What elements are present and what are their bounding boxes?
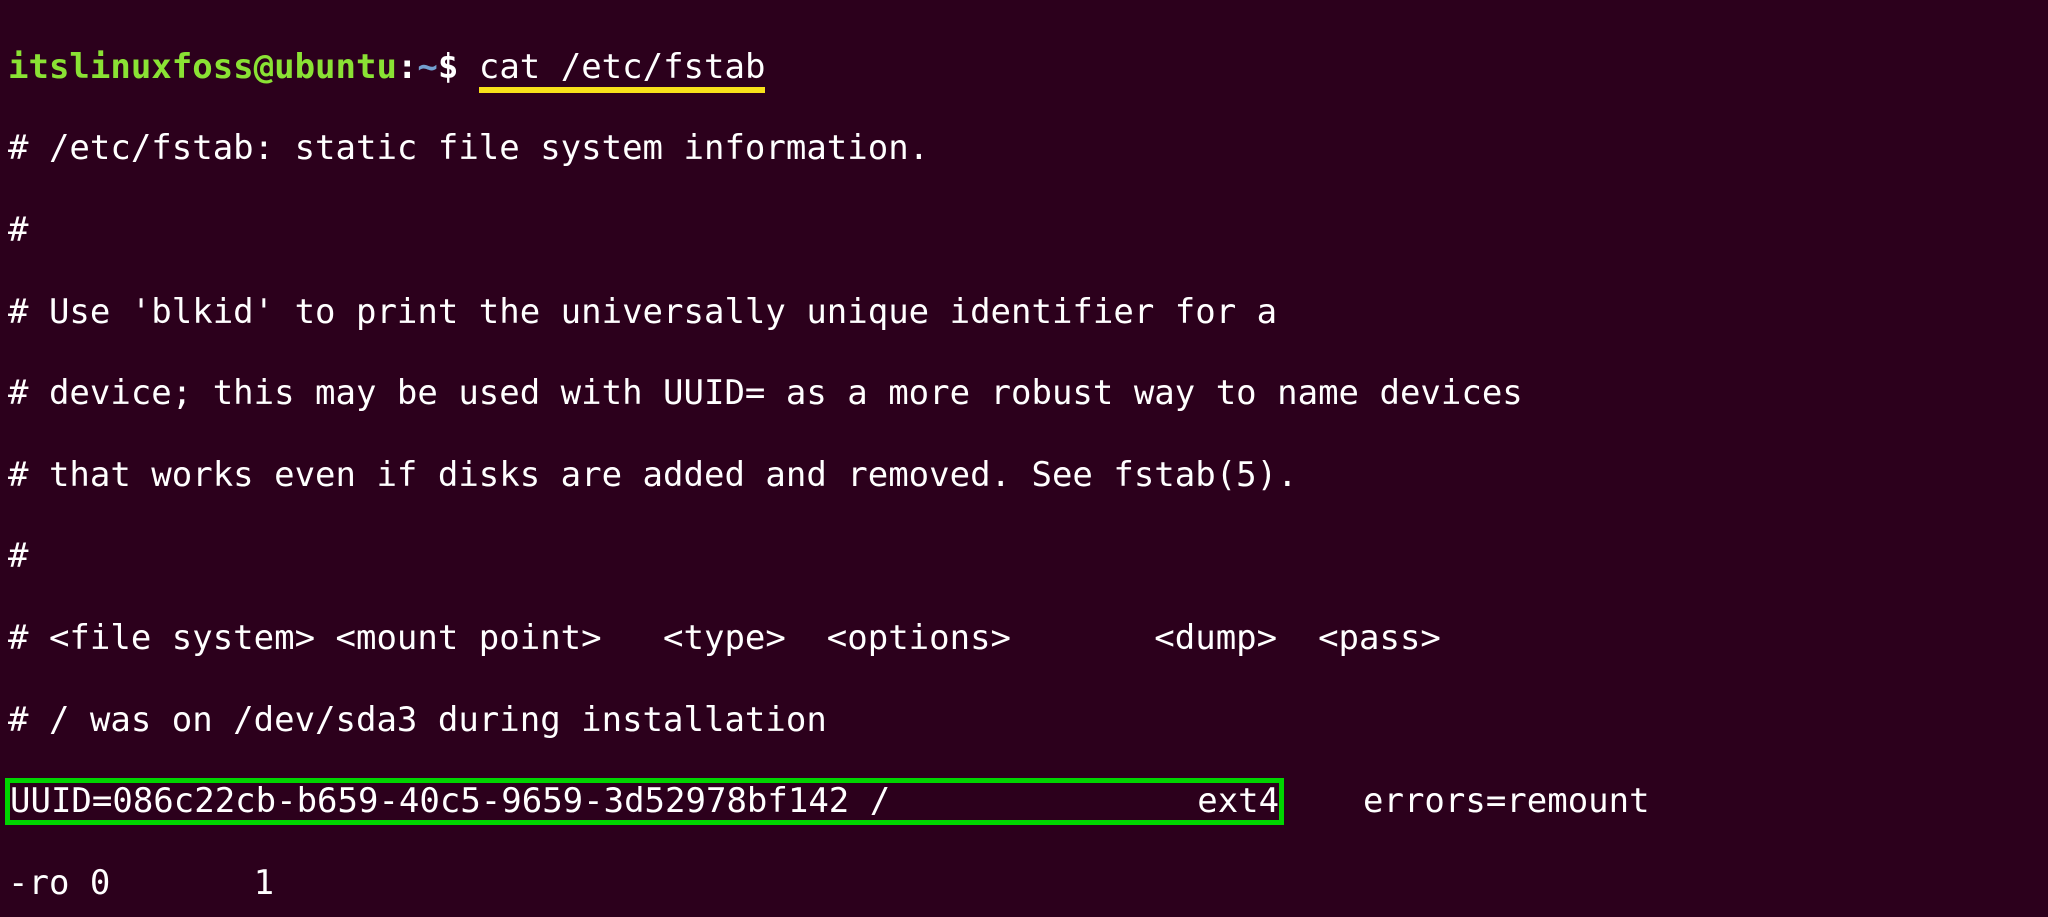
output-line: # / was on /dev/sda3 during installation <box>8 700 2040 741</box>
prompt-dollar: $ <box>438 47 479 87</box>
uuid1-rest: errors=remount <box>1281 781 1649 821</box>
output-line: # <box>8 210 2040 251</box>
prompt-line-1[interactable]: itslinuxfoss@ubuntu:~$ cat /etc/fstab <box>8 47 2040 88</box>
output-line: # <file system> <mount point> <type> <op… <box>8 618 2040 659</box>
command-text: cat /etc/fstab <box>479 47 766 93</box>
prompt-sep: : <box>397 47 417 87</box>
output-line: # /etc/fstab: static file system informa… <box>8 128 2040 169</box>
output-line: UUID=086c22cb-b659-40c5-9659-3d52978bf14… <box>8 781 2040 822</box>
output-line: # Use 'blkid' to print the universally u… <box>8 292 2040 333</box>
output-line: -ro 0 1 <box>8 863 2040 904</box>
output-line: # that works even if disks are added and… <box>8 455 2040 496</box>
terminal-window[interactable]: itslinuxfoss@ubuntu:~$ cat /etc/fstab # … <box>0 0 2048 917</box>
output-line: # <box>8 536 2040 577</box>
prompt-path: ~ <box>417 47 437 87</box>
output-line: # device; this may be used with UUID= as… <box>8 373 2040 414</box>
uuid1-highlight: UUID=086c22cb-b659-40c5-9659-3d52978bf14… <box>8 781 1281 822</box>
prompt-user: itslinuxfoss@ubuntu <box>8 47 397 87</box>
